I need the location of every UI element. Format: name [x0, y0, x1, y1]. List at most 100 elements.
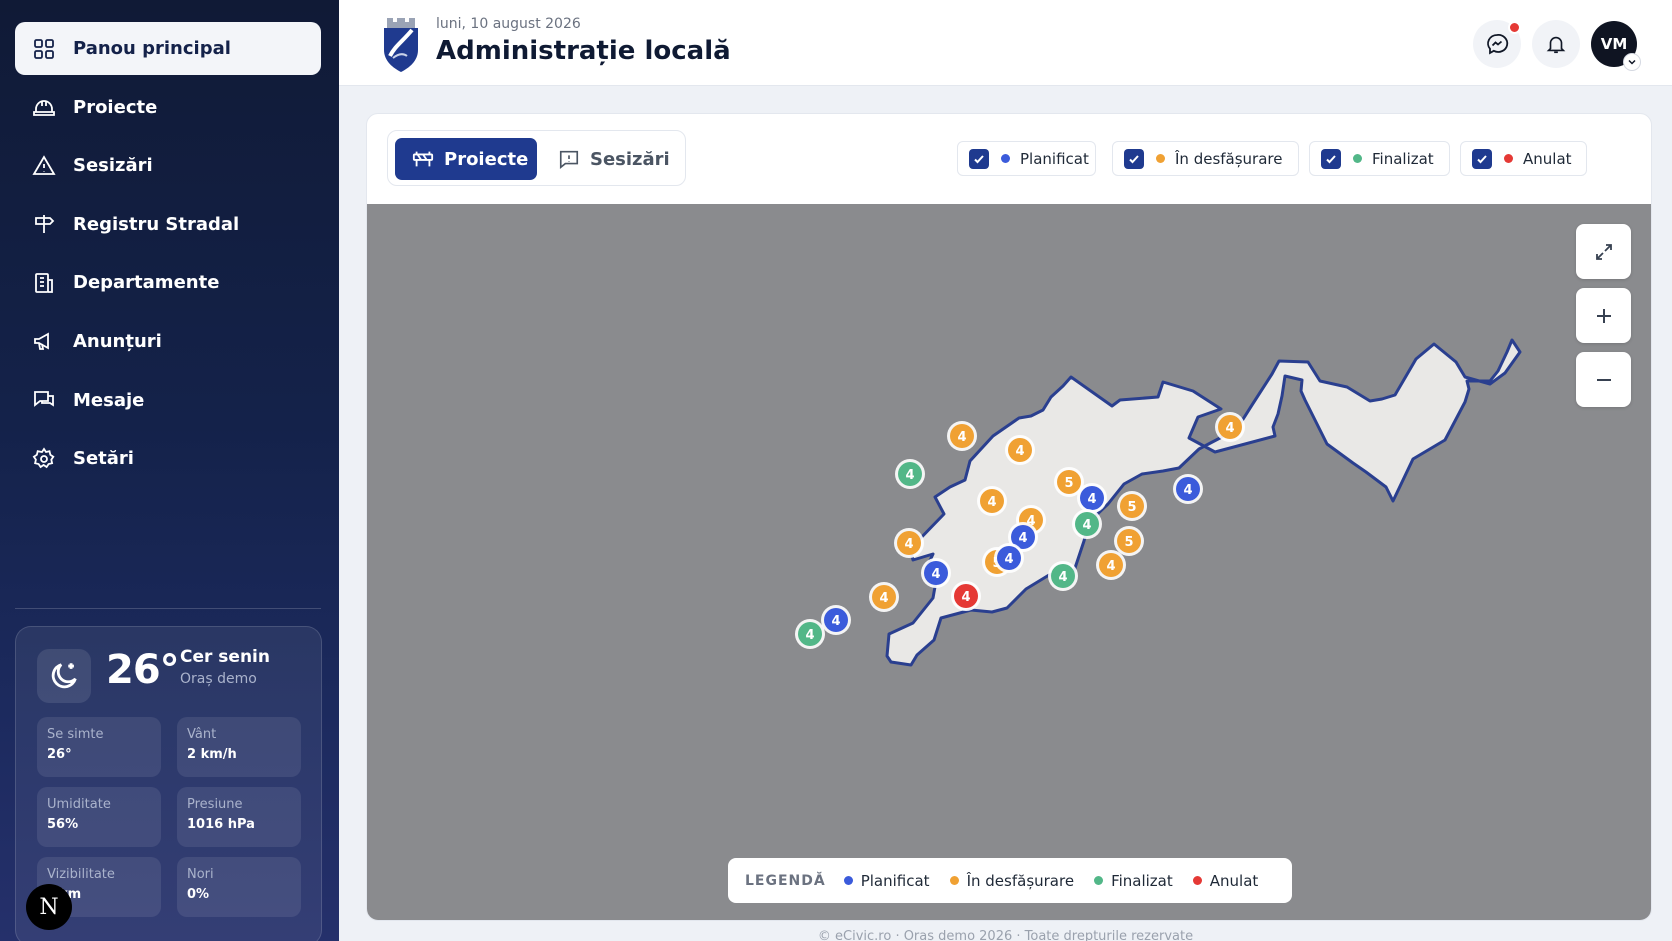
- sidebar-item-mesaje[interactable]: Mesaje: [15, 374, 321, 427]
- weather-condition: Cer senin: [180, 647, 270, 667]
- weather-tile: Se simte 26°: [37, 717, 161, 777]
- weather-tile-value: 0%: [187, 887, 210, 902]
- weather-city: Oraș demo: [180, 671, 257, 687]
- map-marker-in-progress[interactable]: 5: [1117, 491, 1147, 521]
- marker-count: 4: [1058, 570, 1067, 585]
- weather-tile-value: 56%: [47, 817, 79, 832]
- marker-count: 4: [961, 590, 970, 605]
- sidebar-item-registru-stradal[interactable]: Registru Stradal: [15, 198, 321, 251]
- map-marker-finalized[interactable]: 4: [795, 619, 825, 649]
- n-badge[interactable]: N: [26, 884, 72, 930]
- sidebar-item-label: Panou principal: [73, 38, 231, 59]
- checkbox-checked-icon: [1124, 148, 1144, 169]
- filter-label: Anulat: [1523, 149, 1572, 168]
- map-marker-finalized[interactable]: 4: [1072, 509, 1102, 539]
- map-marker-in-progress[interactable]: 4: [869, 582, 899, 612]
- filter-planificat[interactable]: Planificat: [957, 141, 1096, 176]
- grid-icon: [31, 36, 57, 62]
- weather-tile-label: Vizibilitate: [47, 867, 115, 882]
- warning-icon: [31, 153, 57, 179]
- map-marker-planned[interactable]: 4: [921, 558, 951, 588]
- sidebar-item-proiecte[interactable]: Proiecte: [15, 81, 321, 134]
- marker-count: 4: [1082, 518, 1091, 533]
- filter-label: Planificat: [1020, 149, 1089, 168]
- marker-count: 4: [957, 430, 966, 445]
- marker-count: 4: [1225, 421, 1234, 436]
- legend-label: Finalizat: [1111, 871, 1173, 890]
- map-marker-canceled[interactable]: 4: [951, 581, 981, 611]
- weather-tile: Nori 0%: [177, 857, 301, 917]
- user-avatar[interactable]: VM: [1591, 21, 1641, 71]
- marker-count: 4: [1004, 552, 1013, 567]
- footer: © eCivic.ro · Oraș demo 2026 · Toate dre…: [817, 929, 1194, 941]
- legend-label: Planificat: [860, 871, 930, 890]
- notifications-button[interactable]: [1532, 20, 1580, 68]
- sidebar-item-panou-principal[interactable]: Panou principal: [15, 22, 321, 75]
- filter-finalizat[interactable]: Finalizat: [1309, 141, 1450, 176]
- expand-icon: [1595, 243, 1612, 260]
- report-icon: [559, 150, 579, 169]
- sidebar-item-label: Registru Stradal: [73, 213, 240, 235]
- legend-item: Anulat: [1192, 872, 1258, 890]
- zoom-in-button[interactable]: [1576, 288, 1631, 343]
- weather-tile-value: 26°: [47, 747, 72, 762]
- city-crest-icon: [384, 18, 418, 72]
- sidebar-item-anunturi[interactable]: Anunțuri: [15, 315, 321, 368]
- chat-icon: [31, 387, 57, 413]
- weather-tile-label: Vânt: [187, 727, 217, 742]
- marker-count: 5: [1124, 535, 1133, 550]
- status-dot: [1156, 154, 1165, 163]
- map-marker-in-progress[interactable]: 4: [977, 486, 1007, 516]
- avatar-initials: VM: [1600, 35, 1628, 53]
- map-marker-in-progress[interactable]: 5: [1114, 526, 1144, 556]
- gear-icon: [31, 446, 57, 472]
- sidebar-item-departamente[interactable]: Departamente: [15, 256, 321, 309]
- sidebar-item-label: Departamente: [73, 272, 220, 294]
- filter-label: În desfășurare: [1175, 149, 1283, 168]
- page-title: Administrație locală: [436, 36, 731, 66]
- sidebar-item-label: Proiecte: [73, 96, 158, 118]
- weather-tile-label: Umiditate: [47, 797, 111, 812]
- map-marker-in-progress[interactable]: 4: [1215, 412, 1245, 442]
- marker-count: 5: [1127, 500, 1136, 515]
- sidebar-item-sesizari[interactable]: Sesizări: [15, 139, 321, 192]
- sidebar-item-label: Setări: [73, 448, 134, 470]
- weather-tile-label: Presiune: [187, 797, 243, 812]
- map-marker-planned[interactable]: 4: [821, 605, 851, 635]
- sidebar-item-setari[interactable]: Setări: [15, 432, 321, 485]
- marker-count: 5: [1064, 476, 1073, 491]
- map-marker-finalized[interactable]: 4: [1048, 561, 1078, 591]
- map-marker-in-progress[interactable]: 4: [894, 528, 924, 558]
- map-marker-in-progress[interactable]: 4: [1096, 550, 1126, 580]
- map-marker-planned[interactable]: 4: [1077, 483, 1107, 513]
- unread-dot: [1508, 21, 1521, 34]
- map-marker-planned[interactable]: 4: [1173, 474, 1203, 504]
- marker-count: 4: [1106, 559, 1115, 574]
- marker-count: 4: [1087, 492, 1096, 507]
- weather-tile-value: 2 km/h: [187, 747, 237, 762]
- checkbox-checked-icon: [1321, 148, 1341, 169]
- filter-anulat[interactable]: Anulat: [1460, 141, 1587, 176]
- legend-item: Planificat: [843, 871, 930, 890]
- weather-tile: Vânt 2 km/h: [177, 717, 301, 777]
- map-area[interactable]: 44445454454444445444444 LEGENDĂ Planific…: [367, 204, 1651, 920]
- tab-sesizari[interactable]: Sesizări: [545, 138, 680, 180]
- map-marker-planned[interactable]: 4: [994, 543, 1024, 573]
- sidebar: Panou principal Proiecte Sesizări Regist…: [0, 0, 339, 941]
- chevron-down-icon: [1623, 53, 1641, 71]
- filter-in-desfasurare[interactable]: În desfășurare: [1112, 141, 1299, 176]
- map-marker-in-progress[interactable]: 4: [1005, 435, 1035, 465]
- messages-button[interactable]: [1473, 20, 1521, 68]
- status-dot: [949, 876, 959, 885]
- moon-icon: [37, 649, 91, 703]
- sidebar-item-label: Sesizări: [73, 155, 153, 177]
- marker-count: 4: [904, 537, 913, 552]
- barrier-icon: [412, 151, 434, 167]
- zoom-out-button[interactable]: [1576, 352, 1631, 407]
- fullscreen-button[interactable]: [1576, 224, 1631, 279]
- map-marker-in-progress[interactable]: 4: [947, 421, 977, 451]
- status-dot: [1001, 154, 1010, 163]
- checkbox-checked-icon: [969, 148, 989, 169]
- tab-proiecte[interactable]: Proiecte: [395, 138, 537, 180]
- map-marker-finalized[interactable]: 4: [895, 459, 925, 489]
